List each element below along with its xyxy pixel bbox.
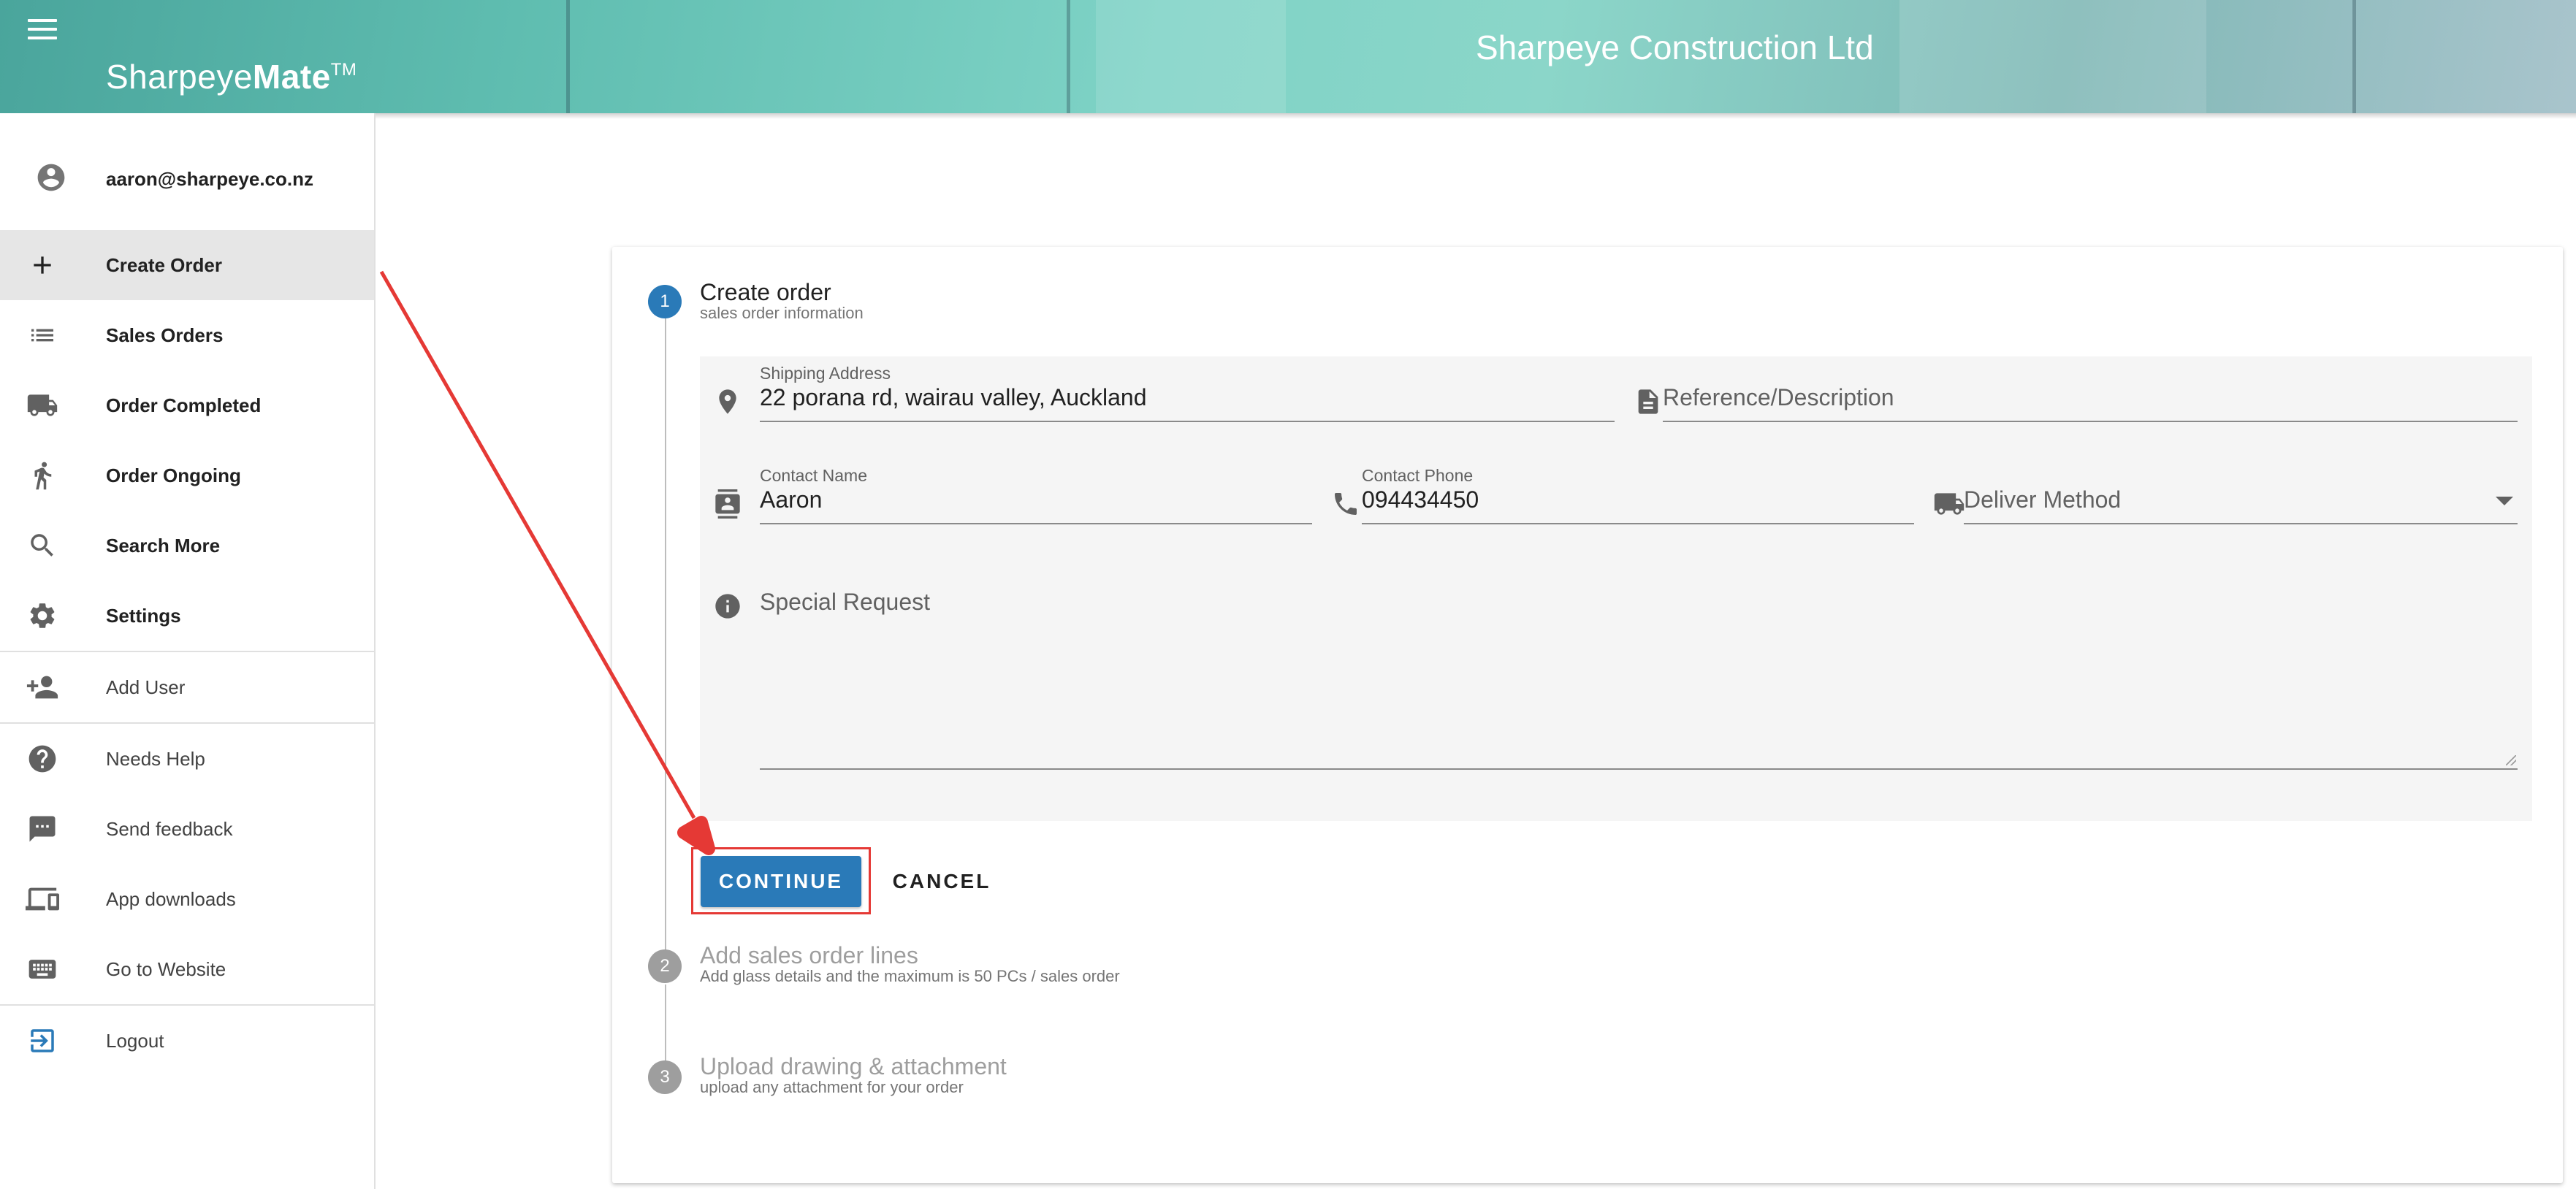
step-2-title: Add sales order lines (700, 942, 918, 968)
logout-icon (25, 1023, 60, 1058)
keyboard-icon (25, 952, 60, 987)
devices-icon (25, 882, 60, 917)
deliver-method-select[interactable]: Deliver Method (1964, 466, 2518, 524)
sidebar-item-create-order[interactable]: Create Order (0, 230, 374, 300)
phone-icon (1330, 488, 1362, 520)
deliver-method-value[interactable]: Deliver Method (1964, 486, 2518, 524)
sidebar-item-add-user[interactable]: Add User (0, 652, 374, 722)
truck-icon (1933, 488, 1965, 520)
contact-name-field[interactable]: Contact Name Aaron (760, 466, 1312, 524)
step-3-title: Upload drawing & attachment (700, 1053, 1007, 1079)
sidebar-item-order-completed[interactable]: Order Completed (0, 370, 374, 440)
company-name: Sharpeye Construction Ltd (1476, 28, 1874, 66)
user-email: aaron@sharpeye.co.nz (106, 167, 314, 190)
add-user-icon (25, 670, 60, 705)
list-icon (25, 318, 60, 353)
step-3-subtitle: upload any attachment for your order (700, 1078, 964, 1096)
feedback-icon (25, 811, 60, 846)
sidebar-item-sales-orders[interactable]: Sales Orders (0, 300, 374, 370)
sidebar-item-order-ongoing[interactable]: Order Ongoing (0, 440, 374, 511)
sidebar-item-logout[interactable]: Logout (0, 1006, 374, 1076)
sidebar-item-send-feedback[interactable]: Send feedback (0, 794, 374, 864)
step-3-indicator: 3 (648, 1060, 682, 1094)
sidebar: aaron@sharpeye.co.nz Create Order Sales … (0, 113, 376, 1189)
contact-name-input[interactable]: Aaron (760, 486, 1312, 524)
reference-field[interactable]: Reference/Description (1663, 364, 2518, 422)
document-icon (1632, 386, 1664, 418)
contact-card-icon (712, 488, 744, 520)
walking-icon (25, 458, 60, 493)
step-1-indicator: 1 (648, 285, 682, 318)
help-icon (25, 741, 60, 776)
step-2-subtitle: Add glass details and the maximum is 50 … (700, 967, 1120, 985)
plus-icon (25, 248, 60, 283)
contact-phone-field[interactable]: Contact Phone 094434450 (1362, 466, 1914, 524)
sidebar-item-go-to-website[interactable]: Go to Website (0, 934, 374, 1004)
sidebar-item-app-downloads[interactable]: App downloads (0, 864, 374, 934)
location-icon (712, 386, 744, 418)
step-2-indicator: 2 (648, 949, 682, 983)
continue-button[interactable]: CONTINUE (701, 856, 861, 907)
step-1-subtitle: sales order information (700, 304, 864, 322)
sidebar-item-settings[interactable]: Settings (0, 581, 374, 651)
dropdown-arrow-icon (2496, 497, 2513, 505)
shipping-address-input[interactable]: 22 porana rd, wairau valley, Auckland (760, 384, 1615, 422)
truck-icon (25, 388, 60, 423)
search-icon (25, 528, 60, 563)
gear-icon (25, 598, 60, 633)
contact-phone-input[interactable]: 094434450 (1362, 486, 1914, 524)
step-1-title: Create order (700, 279, 831, 305)
user-account[interactable]: aaron@sharpeye.co.nz (0, 150, 374, 208)
account-circle-icon (35, 161, 67, 197)
info-icon (712, 590, 744, 622)
app-header: SharpeyeMateTM Sharpeye Construction Ltd (0, 0, 2576, 113)
app-brand: SharpeyeMateTM (106, 58, 357, 96)
shipping-address-field[interactable]: Shipping Address 22 porana rd, wairau va… (760, 364, 1615, 422)
resize-handle-icon[interactable] (2506, 755, 2516, 765)
special-request-textarea[interactable]: Special Request (760, 589, 2518, 770)
cancel-button[interactable]: CANCEL (887, 856, 997, 907)
special-request-field[interactable]: Special Request (760, 568, 2518, 770)
order-form: Shipping Address 22 porana rd, wairau va… (700, 356, 2532, 821)
create-order-card: 1 Create order sales order information S… (612, 247, 2563, 1183)
reference-input[interactable]: Reference/Description (1663, 384, 2518, 422)
sidebar-item-search-more[interactable]: Search More (0, 511, 374, 581)
sidebar-item-needs-help[interactable]: Needs Help (0, 724, 374, 794)
menu-icon[interactable] (28, 19, 57, 41)
